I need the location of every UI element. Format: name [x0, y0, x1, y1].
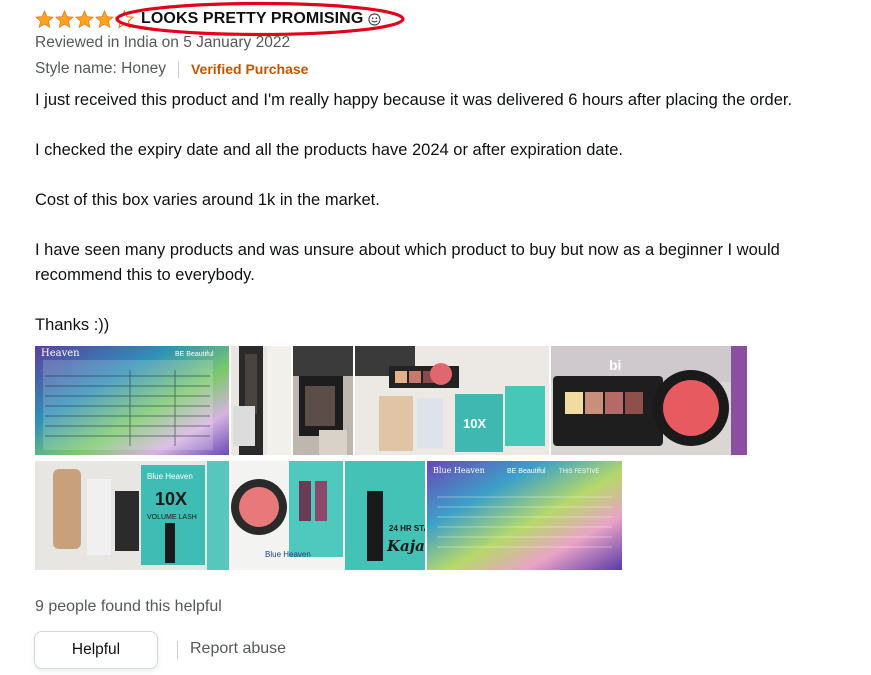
review-paragraph: I have seen many products and was unsure…	[35, 241, 780, 284]
photo-product-text: Kajal	[386, 537, 425, 555]
highlight-circle	[115, 1, 405, 37]
photo-corner-text: BE Beautiful	[175, 351, 214, 358]
photo-corner-text: BE Beautiful	[507, 468, 546, 475]
photo-brand-text: bi	[609, 357, 621, 373]
photo-sub-text: 24 HR STAY	[389, 524, 425, 533]
review-date: Reviewed in India on 5 January 2022	[35, 34, 291, 51]
star-icon	[35, 9, 54, 28]
review-photo-7[interactable]: Blue Heaven 24 HR STAY Kajal	[231, 461, 425, 570]
review-photo-1[interactable]: Heaven BE Beautiful	[35, 346, 229, 455]
photo-brand-text: Blue Heaven	[433, 466, 485, 475]
photo-brand-text: Heaven	[41, 348, 80, 359]
review-photo-5[interactable]: bi	[551, 346, 747, 455]
star-icon	[95, 9, 114, 28]
divider	[177, 641, 178, 659]
photo-brand-text: Blue Heaven	[147, 472, 193, 481]
review-meta: Style name: Honey Verified Purchase	[35, 60, 308, 78]
review-paragraph: Thanks :))	[35, 316, 110, 334]
photo-badge-text: 10X	[155, 489, 187, 509]
divider	[177, 60, 179, 78]
star-icon	[55, 9, 74, 28]
review-paragraph: I just received this product and I'm rea…	[35, 91, 793, 109]
photo-badge-text: 10X	[463, 416, 486, 431]
photo-sub-text: VOLUME LASH	[147, 514, 197, 521]
helpful-count: 9 people found this helpful	[35, 598, 222, 615]
review-photo-6[interactable]: Blue Heaven 10X VOLUME LASH	[35, 461, 229, 570]
review-photo-3[interactable]	[293, 346, 353, 455]
review-photo-2[interactable]	[231, 346, 291, 455]
helpful-button[interactable]: Helpful	[34, 631, 158, 669]
review-photo-4[interactable]: 10X	[355, 346, 549, 455]
star-icon	[75, 9, 94, 28]
photo-brand-text: Blue Heaven	[265, 550, 311, 559]
style-name[interactable]: Style name: Honey	[35, 60, 166, 78]
verified-purchase-badge: Verified Purchase	[190, 61, 309, 77]
review-paragraph: I checked the expiry date and all the pr…	[35, 141, 623, 159]
review-paragraph: Cost of this box varies around 1k in the…	[35, 191, 380, 209]
photo-label-text: THIS FESTIVE	[559, 469, 599, 475]
review-body: I just received this product and I'm rea…	[35, 88, 865, 363]
report-abuse-link[interactable]: Report abuse	[190, 640, 286, 658]
review-photo-8[interactable]: Blue Heaven BE Beautiful THIS FESTIVE	[427, 461, 622, 570]
